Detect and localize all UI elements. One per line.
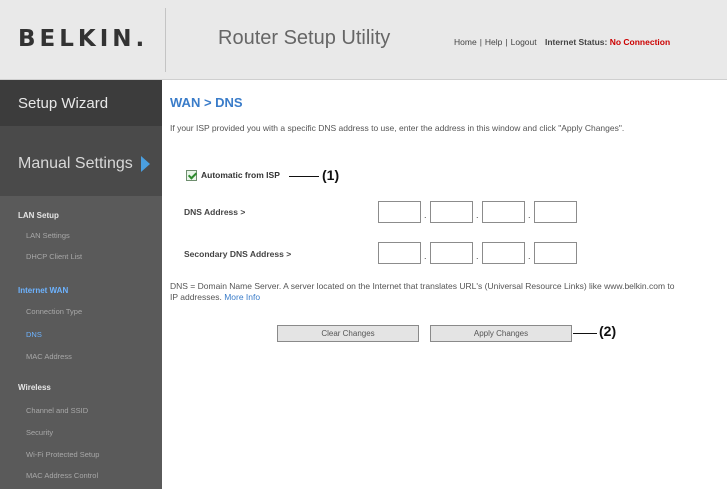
- manual-settings-label: Manual Settings: [18, 155, 133, 172]
- sidebar-item-dns[interactable]: DNS: [26, 330, 42, 339]
- dns-octet-2[interactable]: [430, 201, 473, 223]
- octet-dot: .: [476, 251, 479, 261]
- sidebar-item-channel-ssid[interactable]: Channel and SSID: [26, 406, 88, 415]
- callout-2: (2): [599, 323, 617, 339]
- sidebar-item-security[interactable]: Security: [26, 428, 53, 437]
- dns-octet-3[interactable]: [482, 201, 525, 223]
- automatic-from-isp-label: Automatic from ISP: [201, 170, 280, 180]
- internet-status-value: No Connection: [609, 37, 671, 47]
- sidebar-item-mac-address-control[interactable]: MAC Address Control: [26, 471, 98, 480]
- sidebar-section-lan-setup[interactable]: LAN Setup: [18, 211, 59, 220]
- octet-dot: .: [424, 251, 427, 261]
- top-links: Home | Help | Logout Internet Status: No Con…: [454, 37, 670, 47]
- app-title: Router Setup Utility: [218, 27, 391, 49]
- dns-octet-1[interactable]: [378, 201, 421, 223]
- more-info-link[interactable]: More Info: [224, 292, 260, 302]
- home-link[interactable]: Home: [454, 37, 477, 47]
- secondary-dns-octet-2[interactable]: [430, 242, 473, 264]
- callout-1: (1): [322, 167, 340, 183]
- sidebar: Setup Wizard Manual Settings LAN Setup L…: [0, 80, 162, 489]
- breadcrumb: WAN > DNS: [170, 95, 243, 110]
- main-content: WAN > DNS If your ISP provided you with …: [162, 80, 727, 489]
- dns-address-label: DNS Address >: [184, 207, 246, 217]
- dns-info-note: DNS = Domain Name Server. A server locat…: [170, 281, 680, 303]
- dns-octet-4[interactable]: [534, 201, 577, 223]
- clear-changes-button[interactable]: Clear Changes: [277, 325, 419, 342]
- header-divider: [165, 8, 166, 72]
- sidebar-item-mac-address[interactable]: MAC Address: [26, 352, 72, 361]
- sidebar-item-lan-settings[interactable]: LAN Settings: [26, 231, 70, 240]
- setup-wizard-label: Setup Wizard: [18, 95, 109, 112]
- secondary-dns-octet-3[interactable]: [482, 242, 525, 264]
- octet-dot: .: [476, 210, 479, 220]
- belkin-logo: BELKIN.: [18, 26, 149, 52]
- callout-2-line: [573, 333, 597, 334]
- sidebar-item-wifi-protected-setup[interactable]: Wi-Fi Protected Setup: [26, 450, 99, 459]
- automatic-from-isp-checkbox[interactable]: [186, 170, 197, 181]
- help-link[interactable]: Help: [485, 37, 502, 47]
- link-separator: |: [505, 37, 508, 47]
- header-bar: BELKIN. Router Setup Utility Home | Help | L…: [0, 0, 727, 80]
- manual-settings-button[interactable]: Manual Settings: [0, 126, 162, 196]
- sidebar-section-internet-wan[interactable]: Internet WAN: [18, 286, 68, 295]
- secondary-dns-octet-4[interactable]: [534, 242, 577, 264]
- apply-changes-button[interactable]: Apply Changes: [430, 325, 572, 342]
- logout-link[interactable]: Logout: [511, 37, 537, 47]
- octet-dot: .: [528, 210, 531, 220]
- sidebar-item-connection-type[interactable]: Connection Type: [26, 307, 82, 316]
- secondary-dns-label: Secondary DNS Address >: [184, 249, 292, 259]
- callout-1-line: [289, 176, 319, 177]
- page-description: If your ISP provided you with a specific…: [170, 123, 625, 133]
- sidebar-section-wireless[interactable]: Wireless: [18, 383, 51, 392]
- arrow-right-icon: [141, 156, 150, 172]
- octet-dot: .: [424, 210, 427, 220]
- sidebar-item-dhcp-client-list[interactable]: DHCP Client List: [26, 252, 82, 261]
- internet-status-label: Internet Status:: [544, 37, 608, 47]
- setup-wizard-button[interactable]: Setup Wizard: [0, 80, 162, 126]
- octet-dot: .: [528, 251, 531, 261]
- secondary-dns-octet-1[interactable]: [378, 242, 421, 264]
- link-separator: |: [479, 37, 482, 47]
